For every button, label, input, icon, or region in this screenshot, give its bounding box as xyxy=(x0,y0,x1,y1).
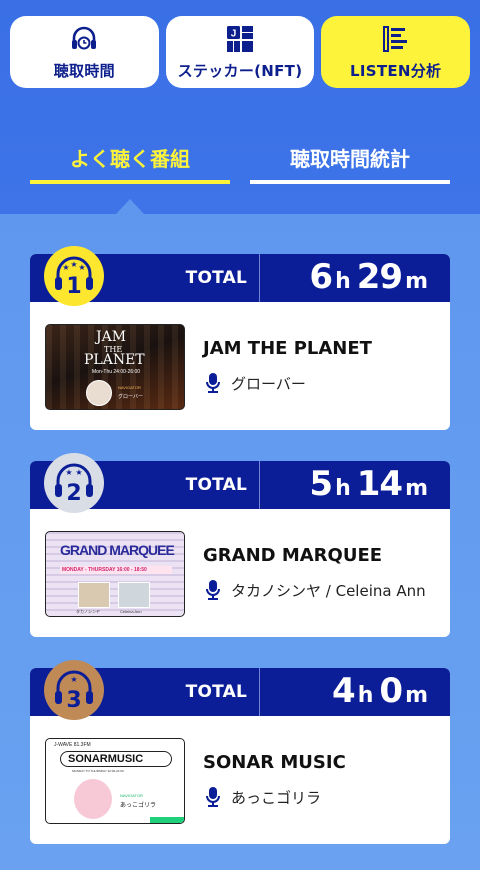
active-subtab-pointer xyxy=(116,199,144,214)
list-analysis-icon xyxy=(382,25,407,52)
total-time: 6 h 29 m xyxy=(309,257,428,297)
rank-medal-icon: ★ 3 xyxy=(44,660,104,720)
tab-frequent-programs[interactable]: よく聴く番組 xyxy=(30,140,230,184)
sub-tabs: よく聴く番組 聴取時間統計 xyxy=(30,140,450,184)
host-name: タカノシンヤ / Celeina Ann xyxy=(231,581,426,600)
thumb-host: グローバー xyxy=(118,394,143,400)
hours-value: 6 xyxy=(309,257,333,297)
top-tab-sticker[interactable]: J ステッカー(NFT) xyxy=(165,16,315,88)
top-tab-label: ステッカー(NFT) xyxy=(177,61,303,80)
thumb-station: J-WAVE 81.3FM xyxy=(54,742,91,748)
microphone-icon xyxy=(206,787,220,807)
total-time: 5 h 14 m xyxy=(309,464,428,504)
host-photo-b xyxy=(118,582,150,608)
thumb-navigator: NAVIGATOR xyxy=(120,793,143,798)
rank-number: 1 xyxy=(66,274,81,299)
host-name: グローバー xyxy=(231,374,306,393)
host-name: あっこゴリラ xyxy=(231,788,322,807)
svg-text:★: ★ xyxy=(65,468,72,477)
thumb-host-b: Celeina Ann xyxy=(120,609,142,614)
hours-unit: h xyxy=(357,683,374,708)
rank-medal-icon: ★ ★ ★ 1 xyxy=(44,246,104,306)
program-name: JAM THE PLANET xyxy=(203,338,372,359)
minutes-value: 0 xyxy=(379,671,403,711)
program-thumbnail[interactable]: J-WAVE 81.3FM SONARMUSIC MONDAY TO THURS… xyxy=(45,738,185,824)
minutes-value: 14 xyxy=(356,464,403,504)
rank-medal-icon: ★ ★ 2 xyxy=(44,453,104,513)
svg-text:★: ★ xyxy=(70,260,77,269)
sticker-grid-icon: J xyxy=(227,25,253,52)
subtab-underline xyxy=(30,180,230,184)
host-row: タカノシンヤ / Celeina Ann xyxy=(205,579,426,601)
program-name: SONAR MUSIC xyxy=(203,752,346,773)
thumb-navigator: NAVIGATOR xyxy=(118,385,141,390)
top-tab-label: 聴取時間 xyxy=(53,61,115,80)
rank-number: 3 xyxy=(66,688,81,713)
minutes-value: 29 xyxy=(356,257,403,297)
hours-value: 5 xyxy=(309,464,333,504)
svg-text:★: ★ xyxy=(78,263,85,272)
thumb-title: GRAND MARQUEE xyxy=(60,542,175,558)
rank-badge-3: ★ 3 xyxy=(44,660,104,720)
thumb-schedule: MONDAY TO THURSDAY 22:00-24:00 xyxy=(72,769,124,773)
thumb-title: JAM xyxy=(96,329,127,345)
minutes-unit: m xyxy=(405,683,428,708)
headphones-clock-icon xyxy=(72,26,97,49)
thumb-schedule: MONDAY - THURSDAY 16:00 - 18:50 xyxy=(62,567,147,573)
tab-listening-stats[interactable]: 聴取時間統計 xyxy=(250,140,450,184)
program-thumbnail[interactable]: JAM THE PLANET Mon-Thu 24:00-26:00 NAVIG… xyxy=(45,324,185,410)
hours-unit: h xyxy=(335,269,351,294)
rank-badge-1: ★ ★ ★ 1 xyxy=(44,246,104,306)
host-photo-a xyxy=(78,582,110,608)
band-divider xyxy=(259,254,260,302)
total-label: TOTAL xyxy=(185,475,247,495)
rank-badge-2: ★ ★ 2 xyxy=(44,453,104,513)
total-label: TOTAL xyxy=(185,268,247,288)
program-name: GRAND MARQUEE xyxy=(203,545,383,566)
hours-unit: h xyxy=(335,476,351,501)
microphone-icon xyxy=(206,580,220,600)
svg-text:★: ★ xyxy=(70,675,77,684)
subtab-label: 聴取時間統計 xyxy=(290,147,410,171)
thumb-schedule: Mon-Thu 24:00-26:00 xyxy=(92,369,141,375)
total-time: 4 h 0 m xyxy=(332,671,428,711)
band-divider xyxy=(259,461,260,509)
accent-strip xyxy=(150,817,184,823)
thumb-title: PLANET xyxy=(84,352,145,368)
thumb-host-a: タカノシンヤ xyxy=(76,609,100,614)
svg-text:★: ★ xyxy=(75,468,82,477)
rank-number: 2 xyxy=(66,481,81,506)
microphone-icon xyxy=(206,373,220,393)
subtab-label: よく聴く番組 xyxy=(70,147,190,171)
host-avatar xyxy=(86,380,112,406)
svg-text:★: ★ xyxy=(62,263,69,272)
minutes-unit: m xyxy=(405,269,428,294)
svg-text:J: J xyxy=(231,28,237,39)
hours-value: 4 xyxy=(332,671,356,711)
top-tabs: 聴取時間 J ステッカー(NFT) LISTEN分析 xyxy=(10,16,471,88)
minutes-unit: m xyxy=(405,476,428,501)
host-row: あっこゴリラ xyxy=(205,786,321,808)
band-divider xyxy=(259,668,260,716)
thumb-host: あっこゴリラ xyxy=(120,803,157,809)
total-label: TOTAL xyxy=(185,682,247,702)
top-tab-label: LISTEN分析 xyxy=(349,61,442,80)
host-photo xyxy=(74,779,112,819)
top-tab-listen-analysis[interactable]: LISTEN分析 xyxy=(321,16,471,88)
top-tab-listening-time[interactable]: 聴取時間 xyxy=(10,16,159,88)
host-row: グローバー xyxy=(205,372,306,394)
thumb-title: SONARMUSIC xyxy=(68,753,144,765)
program-thumbnail[interactable]: GRAND MARQUEE MONDAY - THURSDAY 16:00 - … xyxy=(45,531,185,617)
subtab-underline xyxy=(250,180,450,184)
